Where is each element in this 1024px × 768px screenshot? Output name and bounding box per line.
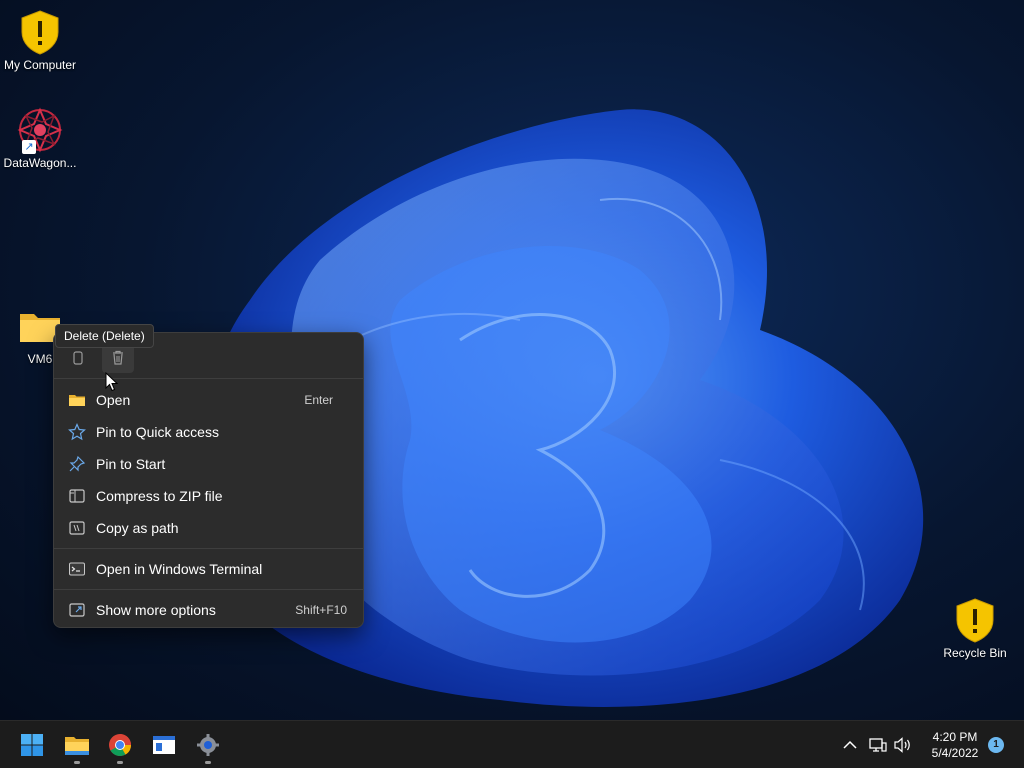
terminal-icon [67, 559, 87, 579]
menu-item-pin-to-start[interactable]: Pin to Start [60, 449, 357, 479]
shield-warning-icon [16, 8, 64, 56]
taskbar-settings[interactable] [188, 725, 228, 765]
notification-badge[interactable]: 1 [988, 737, 1004, 753]
clock-date: 5/4/2022 [931, 746, 979, 760]
copy-icon [73, 351, 83, 365]
copy-path-icon [67, 518, 87, 538]
clock-time: 4:20 PM [932, 730, 978, 744]
more-options-icon [67, 600, 87, 620]
tooltip: Delete (Delete) [55, 324, 154, 348]
taskbar-chrome[interactable] [100, 725, 140, 765]
network-icon [869, 738, 887, 752]
desktop-icon-datawagon[interactable]: ↗ DataWagon... [0, 106, 80, 170]
chrome-icon [109, 734, 131, 756]
show-hidden-icons-button[interactable] [840, 735, 860, 755]
running-indicator [117, 761, 123, 764]
desktop-icon-my-computer[interactable]: My Computer [0, 8, 80, 72]
start-icon [21, 734, 43, 756]
datawagon-app-icon: ↗ [16, 106, 64, 154]
menu-item-show-more-options[interactable]: Show more options Shift+F10 [60, 595, 357, 625]
trash-icon [113, 350, 123, 365]
shield-warning-icon [951, 596, 999, 644]
window-app-icon [153, 736, 175, 754]
menu-item-label: Open [96, 392, 131, 408]
menu-item-label: Open in Windows Terminal [96, 561, 263, 577]
chevron-up-icon [843, 740, 857, 749]
menu-separator [54, 548, 363, 549]
zip-icon [67, 486, 87, 506]
network-button[interactable] [868, 735, 888, 755]
mouse-cursor-icon [105, 372, 119, 392]
start-button[interactable] [12, 725, 52, 765]
running-indicator [74, 761, 80, 764]
menu-item-label: Pin to Start [96, 456, 166, 472]
menu-item-label: Show more options [96, 602, 216, 618]
taskbar-window-app[interactable] [144, 725, 184, 765]
taskbar-clock[interactable]: 4:20 PM 5/4/2022 [922, 729, 988, 761]
desktop[interactable]: My Computer ↗ DataWagon... VM6 Recycle B… [0, 0, 1024, 720]
menu-item-open-terminal[interactable]: Open in Windows Terminal [60, 554, 357, 584]
menu-item-label: Copy as path [96, 520, 179, 536]
settings-icon [197, 734, 219, 756]
file-explorer-icon [65, 737, 89, 755]
folder-open-icon [67, 390, 87, 410]
menu-item-label: Pin to Quick access [96, 424, 219, 440]
menu-item-shortcut: Shift+F10 [295, 603, 347, 617]
menu-item-copy-as-path[interactable]: Copy as path [60, 513, 357, 543]
volume-button[interactable] [893, 735, 913, 755]
shortcut-arrow-icon: ↗ [22, 140, 36, 154]
volume-icon [894, 737, 910, 753]
desktop-icon-label: My Computer [3, 58, 77, 72]
menu-separator [54, 589, 363, 590]
running-indicator [205, 761, 211, 764]
pin-icon [67, 454, 87, 474]
desktop-icon-recycle-bin[interactable]: Recycle Bin [935, 596, 1015, 660]
menu-item-pin-quick-access[interactable]: Pin to Quick access [60, 417, 357, 447]
taskbar-file-explorer[interactable] [57, 725, 97, 765]
menu-item-shortcut: Enter [304, 393, 333, 407]
desktop-icon-label: Recycle Bin [943, 646, 1007, 660]
taskbar: 4:20 PM 5/4/2022 1 [0, 720, 1024, 768]
menu-item-compress-zip[interactable]: Compress to ZIP file [60, 481, 357, 511]
star-icon [67, 422, 87, 442]
menu-item-label: Compress to ZIP file [96, 488, 223, 504]
desktop-icon-label: DataWagon... [3, 156, 77, 170]
context-menu: Open Enter Pin to Quick access Pin to St… [53, 332, 364, 628]
